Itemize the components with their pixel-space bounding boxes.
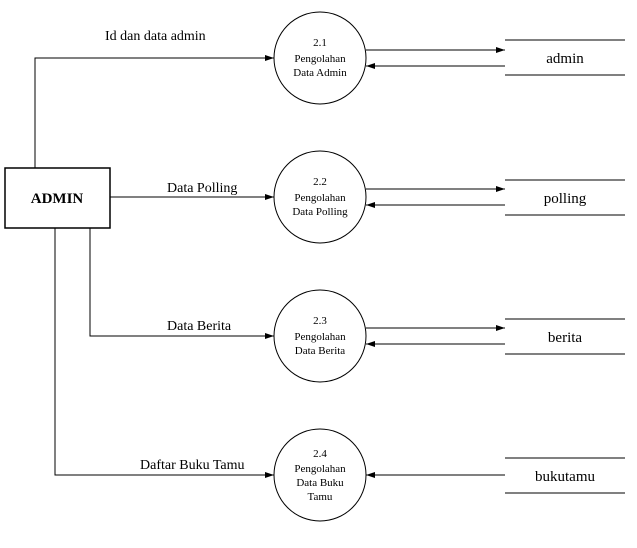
process-2-4-l2: Data Buku: [296, 477, 344, 489]
process-2-2: 2.2 Pengolahan Data Polling: [274, 151, 366, 243]
entity-admin: ADMIN: [5, 168, 110, 228]
process-2-3-l1: Pengolahan: [294, 331, 346, 343]
process-2-2-l2: Data Polling: [292, 206, 348, 218]
link-2-1-admin: [366, 50, 505, 66]
link-2-2-polling: [366, 189, 505, 205]
datastore-berita: berita: [505, 319, 625, 354]
process-2-1-num: 2.1: [313, 37, 327, 49]
link-2-3-berita: [366, 328, 505, 344]
flow-4-label: Daftar Buku Tamu: [140, 458, 245, 473]
process-2-3: 2.3 Pengolahan Data Berita: [274, 290, 366, 382]
process-2-3-l2: Data Berita: [295, 345, 346, 357]
datastore-polling-label: polling: [544, 191, 587, 207]
process-2-2-num: 2.2: [313, 176, 327, 188]
process-2-2-l1: Pengolahan: [294, 192, 346, 204]
process-2-3-num: 2.3: [313, 315, 327, 327]
flow-2-label: Data Polling: [167, 181, 237, 196]
datastore-bukutamu: bukutamu: [505, 458, 625, 493]
datastore-bukutamu-label: bukutamu: [535, 469, 595, 485]
flow-data-polling: Data Polling: [110, 181, 274, 197]
datastore-polling: polling: [505, 180, 625, 215]
entity-admin-label: ADMIN: [31, 191, 84, 207]
flow-daftar-buku-tamu: Daftar Buku Tamu: [55, 228, 274, 475]
process-2-4: 2.4 Pengolahan Data Buku Tamu: [274, 429, 366, 521]
process-2-1: 2.1 Pengolahan Data Admin: [274, 12, 366, 104]
process-2-1-l1: Pengolahan: [294, 53, 346, 65]
process-2-4-l1: Pengolahan: [294, 463, 346, 475]
flow-id-data-admin: Id dan data admin: [35, 29, 274, 168]
process-2-4-l3: Tamu: [308, 491, 333, 503]
flow-1-label: Id dan data admin: [105, 29, 206, 44]
process-2-4-num: 2.4: [313, 448, 327, 460]
process-2-1-l2: Data Admin: [293, 67, 347, 79]
dfd-diagram: ADMIN 2.1 Pengolahan Data Admin 2.2 Peng…: [0, 0, 637, 548]
datastore-admin-label: admin: [546, 51, 584, 67]
flow-3-label: Data Berita: [167, 319, 232, 334]
datastore-admin: admin: [505, 40, 625, 75]
flow-data-berita: Data Berita: [90, 228, 274, 336]
datastore-berita-label: berita: [548, 330, 582, 346]
